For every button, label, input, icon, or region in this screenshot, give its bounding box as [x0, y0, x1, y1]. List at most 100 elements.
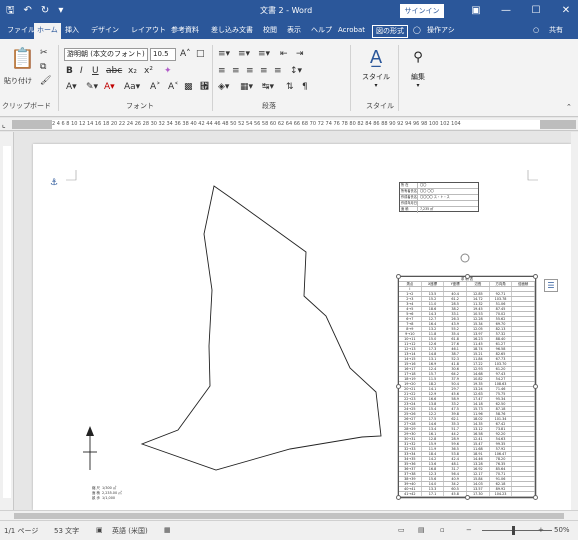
table-cell: 26.3 — [444, 317, 468, 321]
table-cell: 21→22 — [399, 392, 422, 396]
table-cell: 14.18 — [467, 402, 490, 406]
table-cell: 101.34 — [490, 417, 513, 421]
table-cell: 18.4 — [422, 452, 445, 456]
scrollbar-thumb[interactable] — [14, 513, 564, 519]
table-cell: 12.41 — [467, 437, 490, 441]
print-layout-icon[interactable]: ▤ — [418, 526, 425, 534]
info-value: 〇〇 — [420, 183, 427, 187]
table-cell: 11.84 — [467, 357, 490, 361]
resize-handle[interactable] — [533, 274, 538, 279]
zoom-slider-thumb[interactable] — [512, 526, 515, 535]
table-cell — [512, 317, 535, 321]
table-cell: 75.75 — [490, 392, 513, 396]
table-cell: 19→20 — [399, 382, 422, 386]
info-box[interactable]: 所 在〇〇 所有者氏名 〇〇 〇〇 作成者氏名 〇〇〇〇 ス・ト・ス 作成年月日 面… — [399, 182, 479, 213]
resize-handle[interactable] — [533, 384, 538, 389]
table-cell: 35→36 — [399, 462, 422, 466]
area-calc-table[interactable]: 求 積 表 測点 X座標 Y座標 辺長 方向角 倍面積 Ⅰ 1→2 13.5 40.4 12.85 9… — [398, 276, 536, 498]
table-cell: 69.70 — [490, 322, 513, 326]
zoom-level[interactable]: 50% — [554, 526, 570, 534]
table-cell: 57.92 — [490, 447, 513, 451]
table-cell: 40→41 — [399, 487, 422, 491]
table-cell: 10→11 — [399, 337, 422, 341]
table-cell: 14→15 — [399, 357, 422, 361]
layout-options-icon[interactable]: ☰ — [544, 279, 558, 292]
table-cell: 28.9 — [444, 437, 468, 441]
table-cell: X座標 — [422, 282, 445, 286]
table-cell: 64.2 — [444, 372, 468, 376]
table-cell: 14.2 — [422, 457, 445, 461]
table-cell: 34.2 — [444, 482, 468, 486]
resize-handle[interactable] — [533, 495, 538, 500]
table-cell: 10.53 — [467, 312, 490, 316]
table-cell: 14.35 — [467, 422, 490, 426]
legend-value: 1/300 ㎡ — [102, 486, 117, 490]
table-cell: 85.64 — [490, 467, 513, 471]
table-cell: 18→19 — [399, 377, 422, 381]
table-cell: 15.21 — [467, 352, 490, 356]
table-cell: 19.45 — [467, 307, 490, 311]
table-cell: 16.1 — [422, 432, 445, 436]
table-cell — [512, 292, 535, 296]
table-cell: 12.7 — [422, 317, 445, 321]
table-cell — [512, 442, 535, 446]
table-cell: 13.5 — [422, 292, 445, 296]
table-cell: 25→26 — [399, 412, 422, 416]
table-cell: 38.7 — [444, 352, 468, 356]
anchor-icon[interactable]: ⚓ — [50, 178, 58, 188]
word-count[interactable]: 53 文字 — [54, 526, 79, 536]
table-cell: 40.9 — [444, 477, 468, 481]
page-count[interactable]: 1/1 ページ — [4, 526, 38, 536]
table-cell: 36→37 — [399, 467, 422, 471]
language-indicator[interactable]: 英語 (米国) — [112, 526, 148, 536]
horizontal-scrollbar[interactable] — [0, 510, 578, 520]
table-cell: 12.63 — [467, 392, 490, 396]
table-cell: 35.3 — [444, 422, 468, 426]
zoom-out-icon[interactable]: − — [466, 526, 472, 534]
table-cell: 16.23 — [467, 337, 490, 341]
table-cell: 61.2 — [444, 297, 468, 301]
table-cell: 41.8 — [444, 362, 468, 366]
proofing-icon[interactable]: ▣ — [96, 526, 103, 534]
table-cell: 45.6 — [444, 392, 468, 396]
table-cell: 14.46 — [467, 457, 490, 461]
table-cell: 57.32 — [490, 332, 513, 336]
table-cell: 62.18 — [490, 482, 513, 486]
table-cell: 82.13 — [490, 327, 513, 331]
accessibility-icon[interactable]: ▦ — [164, 526, 171, 534]
resize-handle[interactable] — [396, 274, 401, 279]
table-cell: 70.71 — [490, 472, 513, 476]
table-cell: 18.02 — [467, 417, 490, 421]
parcel-boundary[interactable] — [140, 185, 382, 471]
table-cell — [512, 422, 535, 426]
info-value — [418, 201, 420, 206]
table-cell: 12.4 — [422, 367, 445, 371]
table-cell: 28→29 — [399, 427, 422, 431]
zoom-in-icon[interactable]: + — [538, 526, 544, 534]
table-cell: 14.0 — [422, 482, 445, 486]
table-cell: 92.71 — [490, 292, 513, 296]
web-layout-icon[interactable]: ▫ — [440, 526, 445, 534]
table-cell: 16.92 — [467, 467, 490, 471]
table-cell: 10.82 — [467, 377, 490, 381]
resize-handle[interactable] — [396, 495, 401, 500]
table-cell: 33→34 — [399, 452, 422, 456]
table-cell: 11.45 — [467, 342, 490, 346]
table-cell: 34→35 — [399, 457, 422, 461]
resize-handle[interactable] — [465, 495, 470, 500]
table-cell: 13.28 — [467, 462, 490, 466]
table-cell: 13.8 — [422, 402, 445, 406]
table-cell — [512, 327, 535, 331]
table-cell: 13.12 — [467, 427, 490, 431]
read-mode-icon[interactable]: ▭ — [398, 526, 405, 534]
resize-handle[interactable] — [465, 274, 470, 279]
resize-handle[interactable] — [396, 384, 401, 389]
table-cell: 71.46 — [490, 387, 513, 391]
table-cell: 14.1 — [422, 387, 445, 391]
rotate-handle-icon[interactable] — [460, 253, 470, 263]
table-cell — [512, 492, 535, 496]
table-cell: 108.63 — [490, 382, 513, 386]
table-cell — [512, 487, 535, 491]
table-cell: 18.91 — [467, 452, 490, 456]
table-cell: 13.57 — [467, 487, 490, 491]
